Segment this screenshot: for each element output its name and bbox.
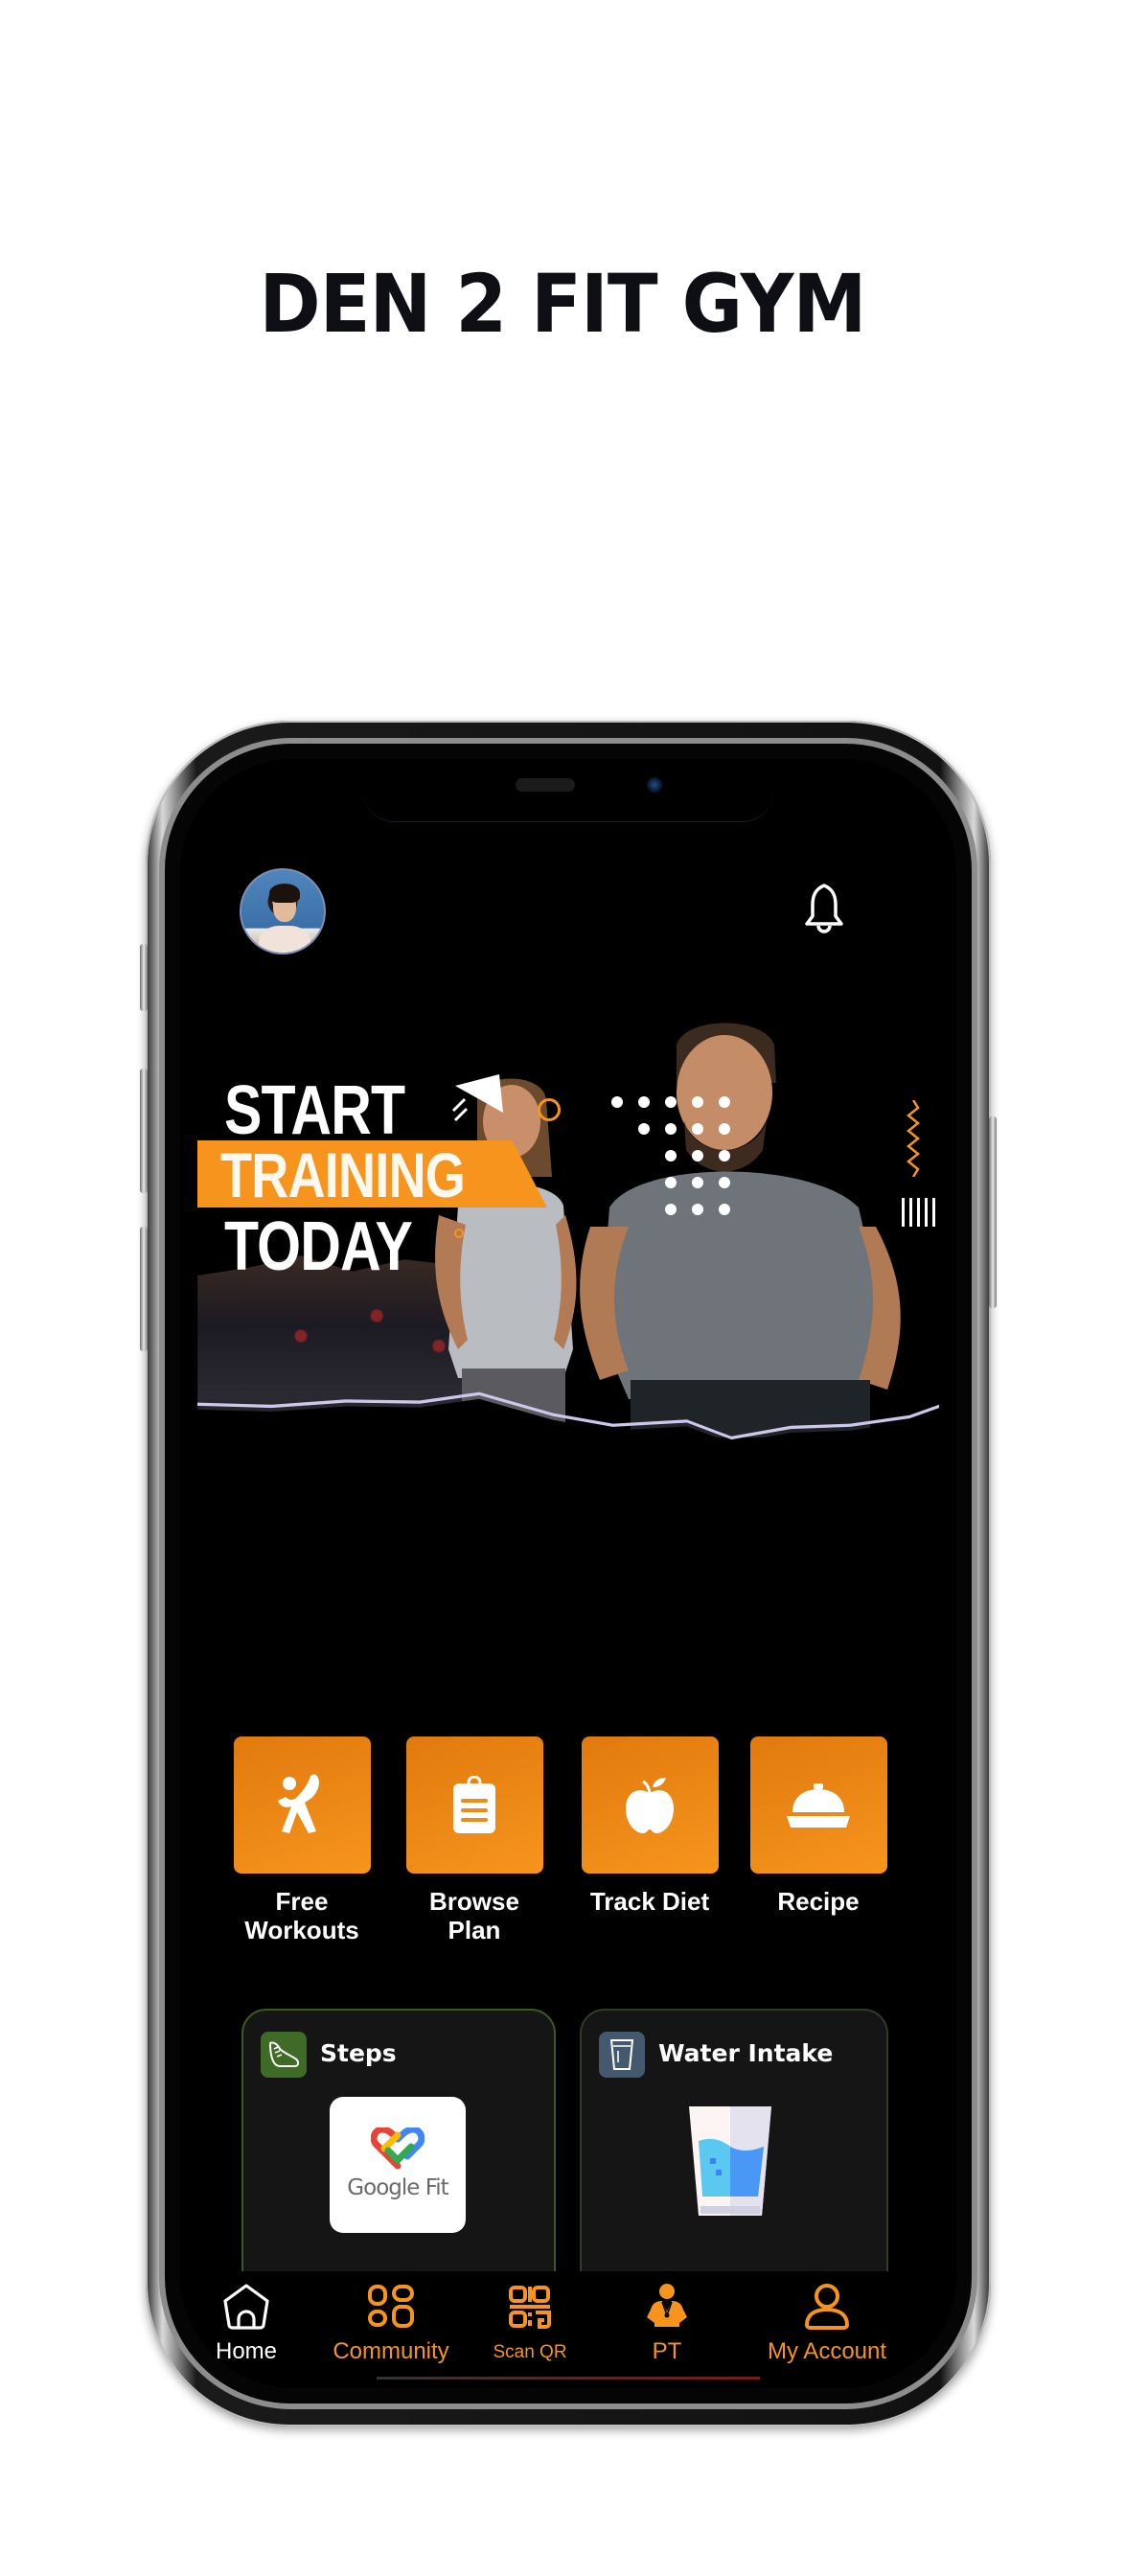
label-line: Browse (429, 1887, 519, 1916)
qr-code-icon (509, 2286, 551, 2329)
steps-card[interactable]: Steps Google Fit (241, 2009, 556, 2325)
promo-banner[interactable]: START TRAINING TODAY (197, 1016, 940, 1485)
volume-up-button (140, 1069, 148, 1193)
decorative-dot (692, 1123, 703, 1135)
steps-title: Steps (320, 2039, 397, 2067)
avatar-body (259, 926, 310, 953)
power-button (989, 1116, 997, 1308)
track-diet-button[interactable]: Track Diet (578, 1736, 722, 1916)
speaker (516, 778, 575, 792)
avatar[interactable] (240, 868, 326, 954)
nav-pt[interactable]: PT (629, 2281, 705, 2365)
label-line: Track Diet (589, 1887, 710, 1916)
steps-chip (261, 2032, 307, 2078)
label-line: Free (275, 1887, 329, 1916)
nav-home[interactable]: Home (194, 2281, 299, 2365)
quick-actions: Free Workouts Browse Plan Track Diet Rec… (218, 1736, 918, 1957)
bottom-nav: Home Community Scan QR PT My Account (180, 2271, 956, 2388)
browse-plan-label: Browse Plan (402, 1887, 546, 1944)
track-diet-tile[interactable] (581, 1736, 719, 1874)
browse-plan-tile[interactable] (405, 1736, 543, 1874)
user-icon (804, 2284, 850, 2330)
google-fit-label: Google Fit (347, 2175, 448, 2200)
apple-icon (626, 1777, 674, 1833)
google-fit-logo-icon (371, 2128, 425, 2170)
decorative-dot (665, 1096, 677, 1108)
decorative-dot (638, 1096, 650, 1108)
nav-my-account[interactable]: My Account (746, 2281, 908, 2365)
decorative-dot (719, 1177, 730, 1188)
decorative-dot (665, 1123, 677, 1135)
cloche-icon (787, 1782, 850, 1828)
banner-headline-today: TODAY (224, 1208, 413, 1285)
avatar-hair (269, 884, 300, 903)
decorative-dot (692, 1096, 703, 1108)
app-screen: START TRAINING TODAY Free Workouts Brows… (180, 759, 956, 2388)
arrow-triangle-icon (451, 1074, 503, 1122)
clipboard-icon (453, 1775, 495, 1833)
banner-headline-training: TRAINING (220, 1139, 466, 1210)
shoe-icon (268, 2041, 299, 2067)
water-intake-card[interactable]: Water Intake (580, 2009, 888, 2325)
nav-scan-qr-label: Scan QR (493, 2342, 567, 2362)
mute-switch (140, 944, 148, 1011)
exercise-figure-icon (278, 1773, 319, 1833)
decorative-dot (719, 1204, 730, 1215)
water-intake-title: Water Intake (658, 2039, 834, 2067)
man-trainer-image (580, 1023, 901, 1438)
water-chip (599, 2032, 645, 2078)
google-fit-button[interactable]: Google Fit (330, 2097, 466, 2233)
decorative-dot (719, 1150, 730, 1162)
personal-trainer-icon (647, 2284, 687, 2327)
glass-icon (609, 2039, 634, 2070)
decorative-ring (538, 1098, 561, 1121)
decorative-stripes (902, 1198, 940, 1227)
decorative-dot-grid (611, 1096, 730, 1215)
decorative-dot (665, 1177, 677, 1188)
decorative-dot (719, 1096, 730, 1108)
water-glass-illustration (689, 2106, 771, 2216)
decorative-ring-small (454, 1229, 464, 1238)
nav-community-label: Community (333, 2338, 449, 2364)
label-line: Recipe (777, 1887, 860, 1916)
free-workouts-tile[interactable] (233, 1736, 371, 1874)
free-workouts-button[interactable]: Free Workouts (230, 1736, 374, 1944)
recipe-tile[interactable] (749, 1736, 887, 1874)
label-line: Workouts (244, 1916, 359, 1944)
decorative-dot (692, 1177, 703, 1188)
recipe-label: Recipe (746, 1887, 890, 1916)
notch (362, 759, 774, 822)
decorative-dot (665, 1150, 677, 1162)
nav-scan-qr[interactable]: Scan QR (477, 2281, 583, 2363)
decorative-dot (692, 1150, 703, 1162)
nav-pt-label: PT (652, 2338, 682, 2364)
recipe-button[interactable]: Recipe (746, 1736, 890, 1916)
decorative-dot (611, 1096, 623, 1108)
nav-home-label: Home (215, 2338, 278, 2364)
decorative-zigzag (907, 1100, 920, 1177)
decorative-dot (692, 1204, 703, 1215)
track-diet-label: Track Diet (578, 1887, 722, 1916)
nav-community[interactable]: Community (314, 2281, 468, 2365)
browse-plan-button[interactable]: Browse Plan (402, 1736, 546, 1944)
free-workouts-label: Free Workouts (230, 1887, 374, 1944)
community-grid-icon (368, 2285, 414, 2328)
page-title: DEN 2 FIT GYM (259, 257, 866, 351)
label-line: Plan (448, 1916, 501, 1944)
banner-headline-start: START (224, 1072, 405, 1149)
decorative-dot (719, 1123, 730, 1135)
home-indicator (377, 2377, 760, 2380)
home-icon (223, 2284, 269, 2330)
bell-icon[interactable] (801, 882, 847, 935)
decorative-dot (665, 1204, 677, 1215)
decorative-dot (638, 1123, 650, 1135)
volume-down-button (140, 1227, 148, 1351)
nav-my-account-label: My Account (767, 2338, 887, 2364)
front-camera (647, 777, 662, 793)
